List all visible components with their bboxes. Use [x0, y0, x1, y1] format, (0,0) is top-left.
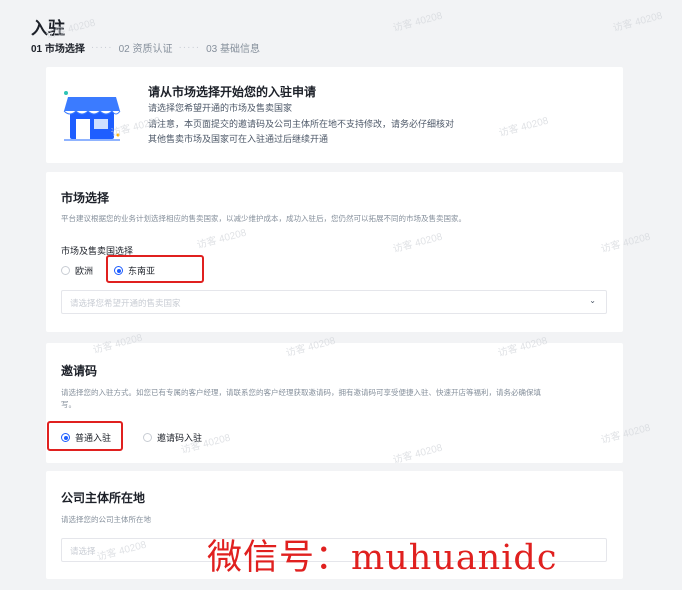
radio-checked-icon: [61, 433, 70, 442]
market-section-title: 市场选择: [61, 191, 110, 205]
company-section-description: 请选择您的公司主体所在地: [61, 515, 151, 524]
intro-card: [46, 67, 623, 163]
radio-label: 邀请码入驻: [157, 433, 203, 443]
step-basic-info: 03 基础信息: [206, 44, 261, 55]
country-select-placeholder: 请选择您希望开通的售卖国家: [70, 298, 181, 308]
storefront-icon: [63, 91, 121, 141]
radio-invite-code-entry[interactable]: 邀请码入驻: [143, 431, 202, 444]
radio-checked-icon: [114, 266, 123, 275]
radio-normal-entry[interactable]: 普通入驻: [61, 431, 111, 444]
intro-title: 请从市场选择开始您的入驻申请: [148, 85, 317, 99]
invite-section-description: 请选择您的入驻方式。如您已有专属的客户经理，请联系您的客户经理获取邀请码，拥有邀…: [61, 388, 541, 397]
step-separator: ·····: [178, 42, 201, 53]
chevron-down-icon: ⌄: [589, 296, 596, 305]
page-title: 入驻: [31, 19, 65, 38]
invite-section-description-cont: 写。: [61, 400, 76, 409]
company-section-title: 公司主体所在地: [61, 491, 146, 505]
radio-southeast-asia[interactable]: 东南亚: [114, 264, 155, 277]
radio-unchecked-icon: [61, 266, 70, 275]
step-qualification: 02 资质认证: [118, 44, 173, 55]
company-select-placeholder: 请选择: [70, 546, 96, 556]
step-separator: ·····: [90, 42, 113, 53]
intro-line: 请注意，本页面提交的邀请码及公司主体所在地不支持修改，请务必仔细核对: [148, 119, 455, 129]
market-section-description: 平台建议根据您的业务计划选择相应的售卖国家，以减少维护成本，成功入驻后，您仍然可…: [61, 214, 466, 223]
radio-label: 欧洲: [75, 266, 94, 276]
intro-line: 其他售卖市场及国家可在入驻通过后继续开通: [148, 134, 329, 144]
radio-label: 普通入驻: [75, 433, 112, 443]
radio-label: 东南亚: [128, 266, 156, 276]
country-select[interactable]: 请选择您希望开通的售卖国家 ⌄: [61, 290, 607, 314]
invite-section-title: 邀请码: [61, 364, 98, 378]
radio-unchecked-icon: [143, 433, 152, 442]
overlay-wechat-text: 微信号：muhuanidc: [207, 538, 558, 578]
invite-card: [46, 343, 623, 463]
radio-europe[interactable]: 欧洲: [61, 264, 93, 277]
intro-line: 请选择您希望开通的市场及售卖国家: [148, 103, 293, 113]
step-indicator: 01 市场选择 ····· 02 资质认证 ····· 03 基础信息: [31, 40, 260, 55]
step-market-selection: 01 市场选择: [31, 44, 85, 55]
page-header: 入驻 01 市场选择 ····· 02 资质认证 ····· 03 基础信息: [0, 0, 682, 62]
